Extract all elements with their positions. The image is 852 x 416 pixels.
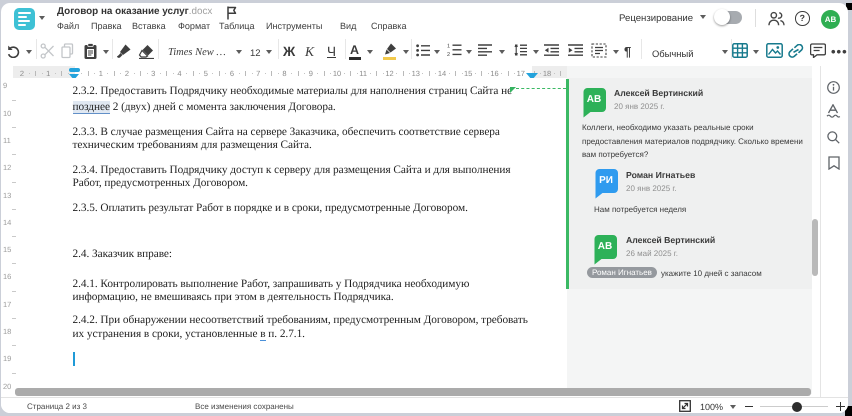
- svg-text:1: 1: [447, 44, 450, 50]
- svg-text:2: 2: [447, 52, 450, 57]
